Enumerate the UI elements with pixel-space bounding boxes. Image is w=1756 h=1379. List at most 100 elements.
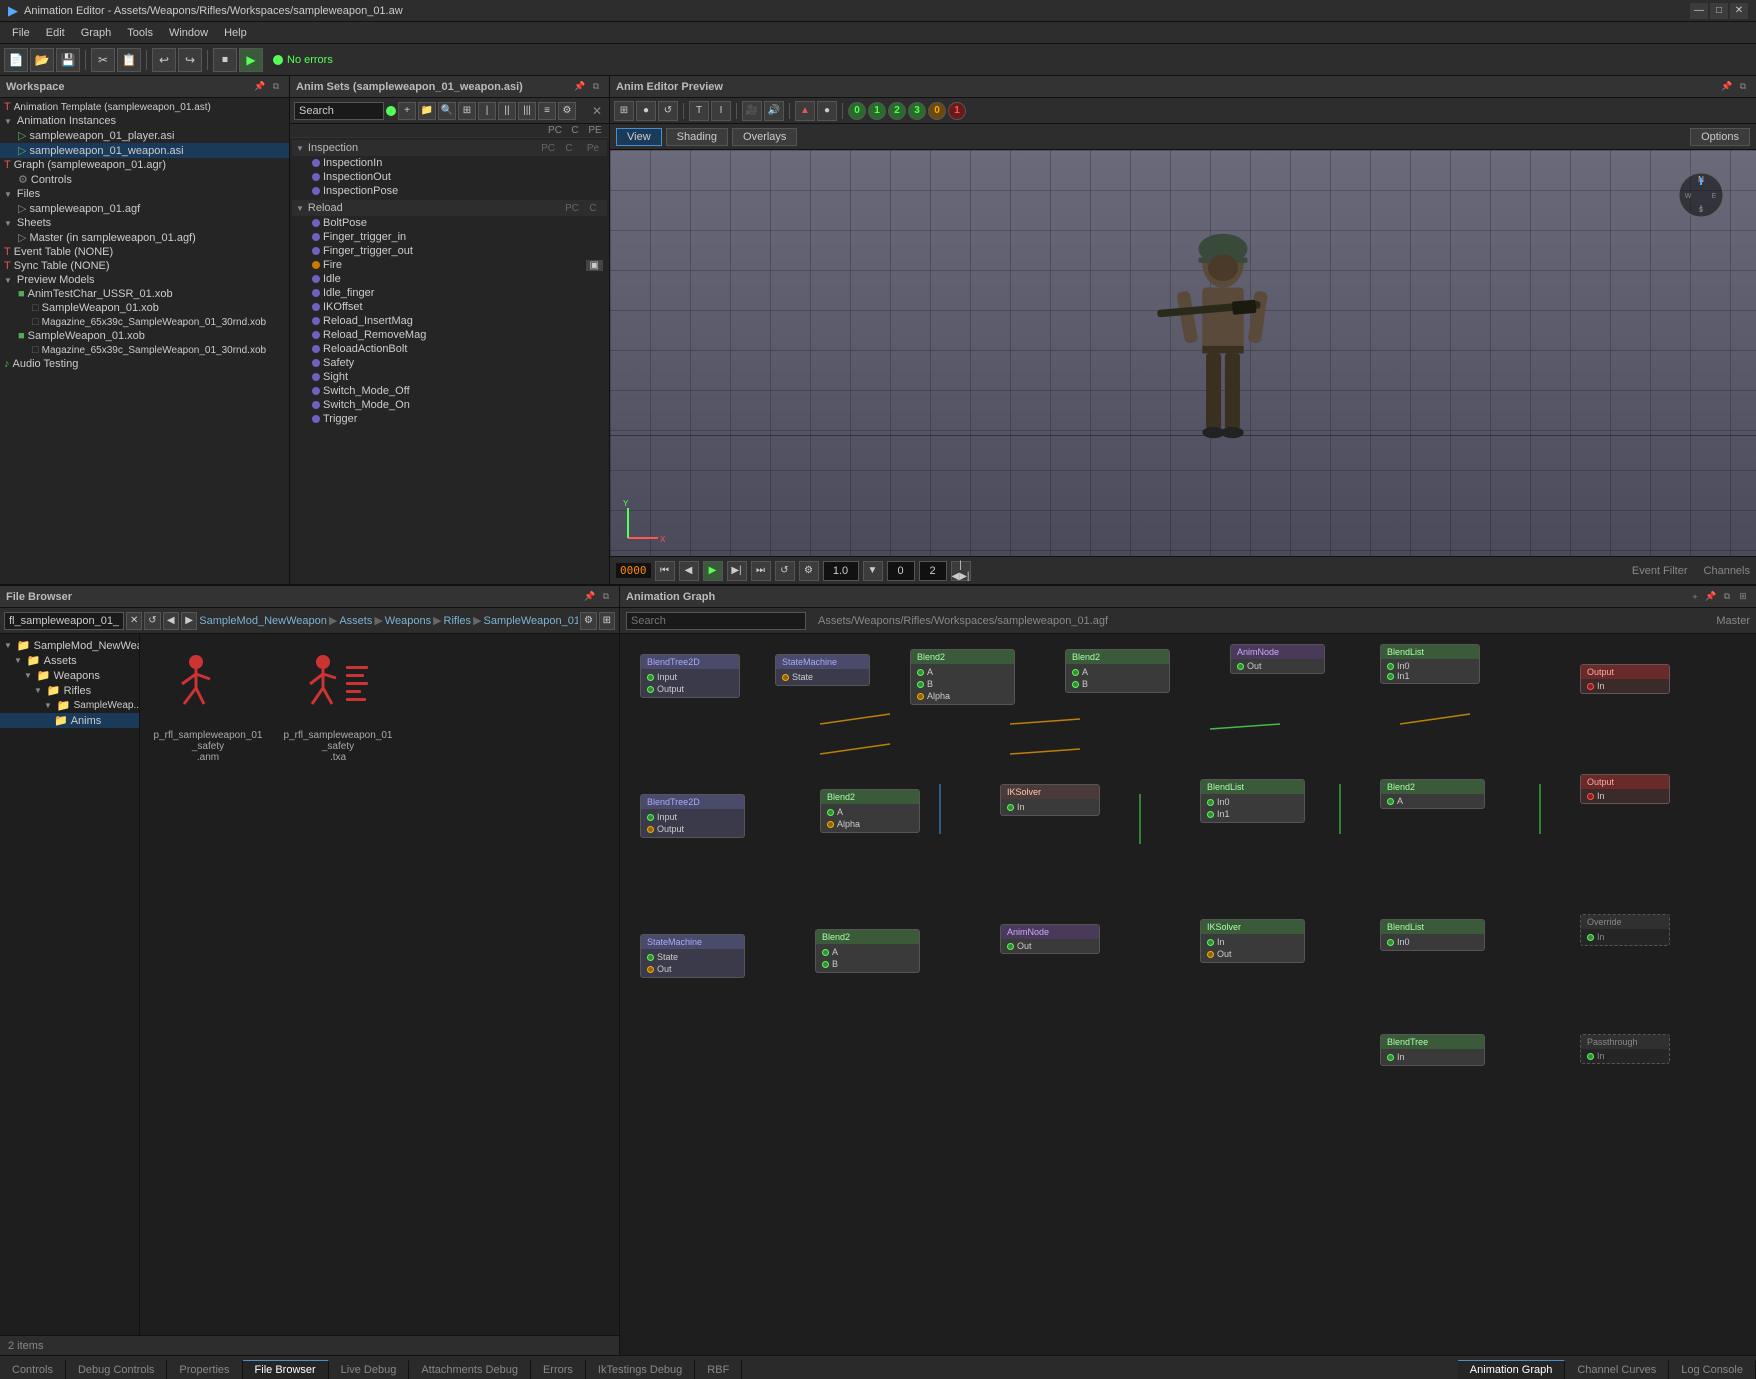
graph-node-r4-dashed[interactable]: Passthrough In xyxy=(1580,1034,1670,1064)
graph-node-r2-red[interactable]: Output In xyxy=(1580,774,1670,804)
tree-item-files-section[interactable]: ▼ Files xyxy=(0,187,289,201)
tab-rbf[interactable]: RBF xyxy=(695,1360,742,1379)
ptb-circle-button[interactable]: ● xyxy=(817,101,837,121)
fb-nav-fwd-button[interactable]: ▶ xyxy=(181,612,197,630)
ptb-counter-1[interactable]: 1 xyxy=(868,102,886,120)
anim-entry-idle-finger[interactable]: Idle_finger xyxy=(292,286,607,300)
graph-node-r3-1[interactable]: StateMachine State Out xyxy=(640,934,745,978)
anim-entry-finger-trigger-out[interactable]: Finger_trigger_out xyxy=(292,244,607,258)
tab-debug-controls[interactable]: Debug Controls xyxy=(66,1360,167,1379)
tab-channel-curves[interactable]: Channel Curves xyxy=(1565,1360,1669,1379)
anim-entry-switch-mode-off[interactable]: Switch_Mode_Off xyxy=(292,384,607,398)
as-filter-button[interactable]: 🔍 xyxy=(438,102,456,120)
animsets-pin-button[interactable]: 📌 xyxy=(573,80,587,94)
fb-tree-root[interactable]: ▼ 📁 SampleMod_NewWeapon xyxy=(0,638,139,653)
ptb-counter-red[interactable]: 1 xyxy=(948,102,966,120)
as-settings-button[interactable]: ⚙ xyxy=(558,102,576,120)
preview-pin-button[interactable]: 📌 xyxy=(1720,80,1734,94)
animgraph-float-button[interactable]: ⊞ xyxy=(1736,590,1750,604)
graph-node-r4-1[interactable]: BlendTree In xyxy=(1380,1034,1485,1066)
pb-dropdown-button[interactable]: ▼ xyxy=(863,561,883,581)
pb-frame-start-input[interactable] xyxy=(887,561,915,581)
as-col1-button[interactable]: | xyxy=(478,102,496,120)
ptb-counter-3[interactable]: 3 xyxy=(908,102,926,120)
as-sort-button[interactable]: ≡ xyxy=(538,102,556,120)
fb-file-txa[interactable]: p_rfl_sampleweapon_01_safety.txa xyxy=(278,642,398,767)
pb-settings-button[interactable]: ⚙ xyxy=(799,561,819,581)
view-button[interactable]: View xyxy=(616,128,662,146)
tree-item-anim-template[interactable]: T Animation Template (sampleweapon_01.as… xyxy=(0,100,289,114)
tree-item-sync-table[interactable]: T Sync Table (NONE) xyxy=(0,259,289,273)
pb-loop-button[interactable]: ↺ xyxy=(775,561,795,581)
tab-properties[interactable]: Properties xyxy=(167,1360,242,1379)
animsets-float-button[interactable]: ⧉ xyxy=(589,80,603,94)
graph-node-5[interactable]: AnimNode Out xyxy=(1230,644,1325,674)
tab-iktestings-debug[interactable]: IkTestings Debug xyxy=(586,1360,695,1379)
fb-view-button[interactable]: ⊞ xyxy=(599,612,615,630)
graph-node-r2-5[interactable]: Blend2 A xyxy=(1380,779,1485,809)
graph-node-r3-2[interactable]: Blend2 A B xyxy=(815,929,920,973)
menu-edit[interactable]: Edit xyxy=(38,25,73,41)
graph-node-r3-3[interactable]: AnimNode Out xyxy=(1000,924,1100,954)
anim-entry-idle[interactable]: Idle xyxy=(292,272,607,286)
tree-item-sheets-section[interactable]: ▼ Sheets xyxy=(0,216,289,230)
copy-button[interactable]: 📋 xyxy=(117,48,141,72)
tree-item-magazine-2[interactable]: □ Magazine_65x39c_SampleWeapon_01_30rnd.… xyxy=(0,343,289,357)
ptb-counter-0[interactable]: 0 xyxy=(848,102,866,120)
tree-item-event-table[interactable]: T Event Table (NONE) xyxy=(0,245,289,259)
tab-file-browser[interactable]: File Browser xyxy=(243,1360,329,1379)
tree-item-anim-instances-section[interactable]: ▼ Animation Instances xyxy=(0,114,289,128)
tree-item-master[interactable]: ▷ Master (in sampleweapon_01.agf) xyxy=(0,230,289,245)
pb-end-button[interactable]: ⏭ xyxy=(751,561,771,581)
graph-node-1[interactable]: BlendTree2D Input Output xyxy=(640,654,740,698)
tree-item-agf[interactable]: ▷ sampleweapon_01.agf xyxy=(0,201,289,216)
as-add-button[interactable]: + xyxy=(398,102,416,120)
ptb-reset-button[interactable]: ↺ xyxy=(658,101,678,121)
anim-entry-sight[interactable]: Sight xyxy=(292,370,607,384)
anim-section-reload-header[interactable]: ▼ Reload PC C xyxy=(292,200,607,216)
play-button[interactable]: ▶ xyxy=(239,48,263,72)
filebrowser-pin-button[interactable]: 📌 xyxy=(583,590,597,604)
tree-item-preview-models-section[interactable]: ▼ Preview Models xyxy=(0,273,289,287)
anim-entry-reloadactionbolt[interactable]: ReloadActionBolt xyxy=(292,342,607,356)
fb-tree-rifles[interactable]: ▼ 📁 Rifles xyxy=(0,683,139,698)
graph-node-2[interactable]: StateMachine State xyxy=(775,654,870,686)
as-folder-button[interactable]: 📁 xyxy=(418,102,436,120)
graph-node-r3-5[interactable]: BlendList In0 xyxy=(1380,919,1485,951)
tree-item-sampleweapon-xob-2[interactable]: ■ SampleWeapon_01.xob xyxy=(0,329,289,343)
anim-entry-trigger[interactable]: Trigger xyxy=(292,412,607,426)
as-close-button[interactable]: ✕ xyxy=(589,103,605,119)
graph-node-r2-1[interactable]: BlendTree2D Input Output xyxy=(640,794,745,838)
as-col2-button[interactable]: || xyxy=(498,102,516,120)
anim-entry-fire[interactable]: Fire ▣ xyxy=(292,258,607,272)
cut-button[interactable]: ✂ xyxy=(91,48,115,72)
maximize-button[interactable]: □ xyxy=(1710,3,1728,19)
filebrowser-search-input[interactable] xyxy=(4,612,124,630)
breadcrumb-rifles[interactable]: Rifles xyxy=(444,615,472,627)
graph-node-r3-dashed[interactable]: Override In xyxy=(1580,914,1670,946)
ptb-audio-button[interactable]: 🔊 xyxy=(764,101,784,121)
anim-entry-ikoffset[interactable]: IKOffset xyxy=(292,300,607,314)
tree-item-magazine-1[interactable]: □ Magazine_65x39c_SampleWeapon_01_30rnd.… xyxy=(0,315,289,329)
save-button[interactable]: 💾 xyxy=(56,48,80,72)
graph-node-r2-2[interactable]: Blend2 A Alpha xyxy=(820,789,920,833)
overlays-button[interactable]: Overlays xyxy=(732,128,797,146)
fb-tree-anims[interactable]: 📁 Anims xyxy=(0,713,139,728)
breadcrumb-mod[interactable]: SampleMod_NewWeapon xyxy=(199,615,327,627)
close-button[interactable]: ✕ xyxy=(1730,3,1748,19)
tab-attachments-debug[interactable]: Attachments Debug xyxy=(409,1360,531,1379)
pb-speed-input[interactable] xyxy=(823,561,859,581)
filebrowser-float-button[interactable]: ⧉ xyxy=(599,590,613,604)
breadcrumb-assets[interactable]: Assets xyxy=(339,615,372,627)
fb-refresh-button[interactable]: ↺ xyxy=(144,612,160,630)
tree-item-player-asi[interactable]: ▷ sampleweapon_01_player.asi xyxy=(0,128,289,143)
animgraph-expand-button[interactable]: ⧉ xyxy=(1720,590,1734,604)
tab-live-debug[interactable]: Live Debug xyxy=(329,1360,410,1379)
tree-item-controls[interactable]: ⚙ Controls xyxy=(0,172,289,187)
anim-entry-inspectionpose[interactable]: InspectionPose xyxy=(292,184,607,198)
tree-item-weapon-asi[interactable]: ▷ sampleweapon_01_weapon.asi xyxy=(0,143,289,158)
options-button[interactable]: Options xyxy=(1690,128,1750,146)
animgraph-pin-button[interactable]: 📌 xyxy=(1704,590,1718,604)
preview-float-button[interactable]: ⧉ xyxy=(1736,80,1750,94)
anim-entry-boltpose[interactable]: BoltPose xyxy=(292,216,607,230)
